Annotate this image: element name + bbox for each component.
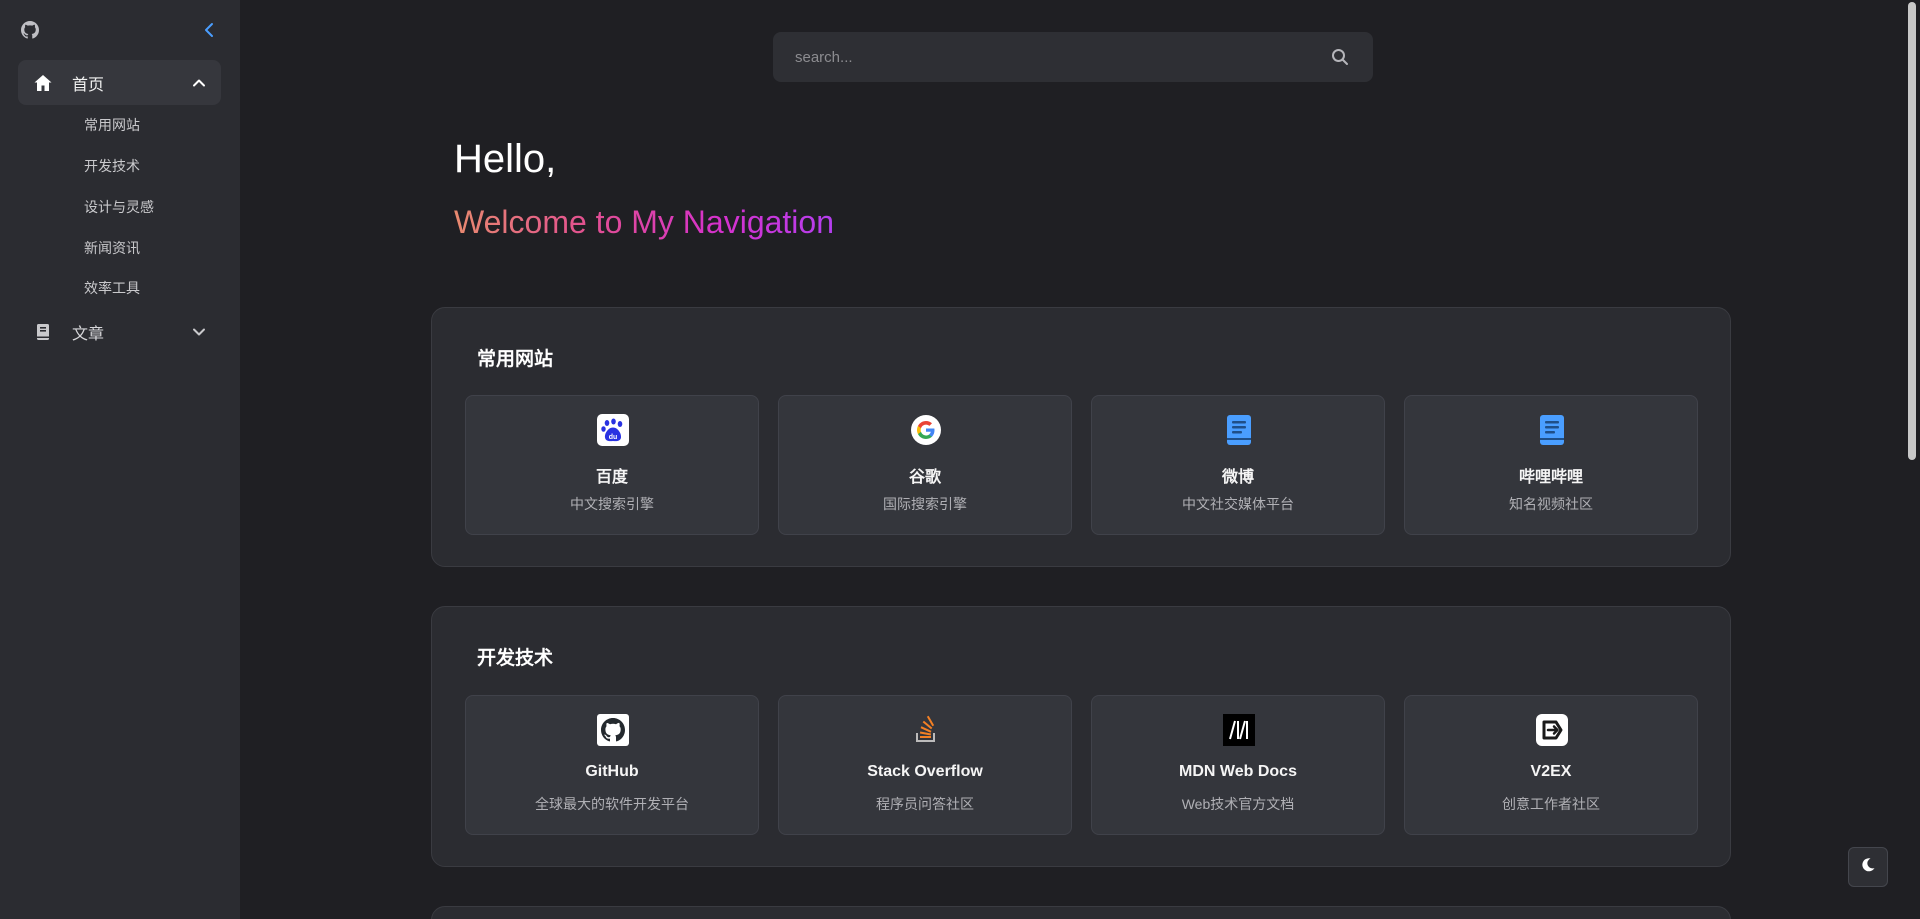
page-scrollbar[interactable]	[1903, 0, 1920, 919]
book-icon	[33, 322, 53, 342]
site-card-stackoverflow[interactable]: Stack Overflow 程序员问答社区	[778, 695, 1072, 835]
search-bar	[773, 32, 1373, 82]
chevron-down-icon	[191, 324, 207, 340]
site-card-name: 百度	[595, 469, 628, 486]
home-icon	[33, 73, 53, 93]
site-card-desc: 创意工作者社区	[1502, 796, 1600, 812]
site-card-name: Stack Overflow	[867, 763, 983, 780]
site-card-name: GitHub	[585, 763, 639, 780]
site-card-name: MDN Web Docs	[1179, 763, 1297, 780]
site-card-desc: 中文搜索引擎	[570, 496, 654, 512]
theme-toggle-button[interactable]	[1848, 847, 1888, 887]
chevron-up-icon	[191, 75, 207, 91]
site-card-desc: Web技术官方文档	[1181, 796, 1295, 812]
collapse-sidebar-icon[interactable]	[200, 19, 218, 41]
submenu-item-dev-tech[interactable]: 开发技术	[84, 156, 140, 176]
section-title: 开发技术	[477, 648, 554, 669]
hero-greeting: Hello,	[454, 137, 557, 181]
submenu-item-news[interactable]: 新闻资讯	[84, 238, 140, 258]
site-card-bilibili[interactable]: 哔哩哔哩 知名视频社区	[1404, 395, 1698, 535]
site-card-desc: 国际搜索引擎	[883, 496, 967, 512]
site-card-mdn[interactable]: MDN Web Docs Web技术官方文档	[1091, 695, 1385, 835]
menu-item-home-label: 首页	[72, 76, 105, 94]
submenu-item-design[interactable]: 设计与灵感	[84, 197, 154, 217]
mdn-icon	[1223, 714, 1255, 746]
site-card-desc: 程序员问答社区	[876, 796, 974, 812]
book-icon	[1223, 414, 1255, 446]
site-card-weibo[interactable]: 微博 中文社交媒体平台	[1091, 395, 1385, 535]
section-title: 常用网站	[477, 349, 554, 370]
site-card-name: 微博	[1221, 469, 1254, 486]
app-root: 首页 常用网站 开发技术 设计与灵感 新闻资讯 效率工具 文章 Hello, W…	[0, 0, 1920, 919]
submenu-item-common-sites[interactable]: 常用网站	[84, 115, 140, 135]
stackoverflow-icon	[910, 714, 942, 746]
site-card-name: 哔哩哔哩	[1518, 469, 1583, 486]
site-card-desc: 知名视频社区	[1509, 496, 1593, 512]
menu-item-home[interactable]: 首页	[18, 60, 221, 105]
github-logo-icon[interactable]	[21, 21, 39, 39]
section-dev-tech: 开发技术 GitHub 全球最大的软件开发平台 Stack Overflow 程…	[431, 606, 1731, 867]
sidebar: 首页 常用网站 开发技术 设计与灵感 新闻资讯 效率工具 文章	[0, 0, 240, 919]
moon-icon	[1860, 857, 1876, 878]
submenu-item-tools[interactable]: 效率工具	[84, 278, 140, 298]
google-icon	[910, 414, 942, 446]
search-input[interactable]	[795, 32, 1315, 82]
section-next-partial	[431, 906, 1731, 919]
site-card-v2ex[interactable]: V2EX 创意工作者社区	[1404, 695, 1698, 835]
svg-text:du: du	[609, 434, 618, 441]
site-card-desc: 全球最大的软件开发平台	[535, 796, 689, 812]
section-common-sites: 常用网站 du 百度 中文搜索引擎 谷歌 国际搜索引擎 微博 中文社交媒体平台 …	[431, 307, 1731, 567]
v2ex-icon	[1536, 714, 1568, 746]
site-card-desc: 中文社交媒体平台	[1182, 496, 1294, 512]
site-card-github[interactable]: GitHub 全球最大的软件开发平台	[465, 695, 759, 835]
site-card-name: 谷歌	[908, 469, 941, 486]
site-card-baidu[interactable]: du 百度 中文搜索引擎	[465, 395, 759, 535]
book-icon	[1536, 414, 1568, 446]
scrollbar-thumb[interactable]	[1908, 2, 1916, 460]
baidu-icon: du	[597, 414, 629, 446]
hero-welcome: Welcome to My Navigation	[454, 204, 834, 240]
menu-item-articles-label: 文章	[72, 325, 105, 343]
menu-item-articles[interactable]: 文章	[18, 309, 221, 354]
github-icon	[597, 714, 629, 746]
site-card-name: V2EX	[1530, 763, 1572, 780]
search-icon[interactable]	[1331, 48, 1349, 66]
site-card-google[interactable]: 谷歌 国际搜索引擎	[778, 395, 1072, 535]
